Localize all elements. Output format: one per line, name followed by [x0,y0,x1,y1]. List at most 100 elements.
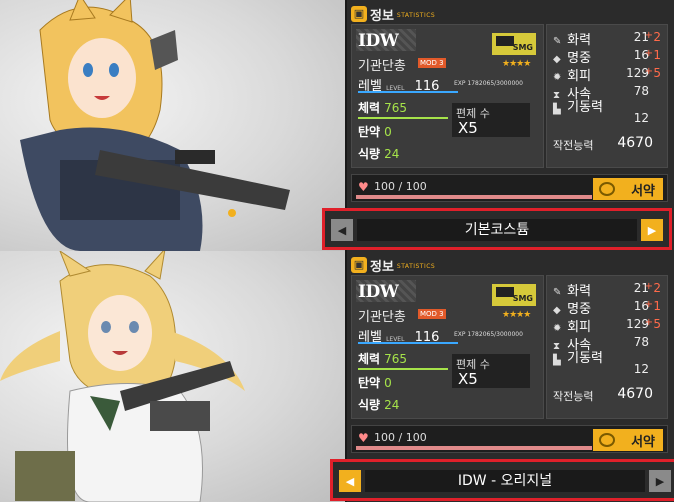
skin-prev-button[interactable]: ◀ [339,470,361,492]
ration-value: 24 [384,398,400,412]
oath-button[interactable]: 서약 [593,429,663,451]
character-illustration [20,0,290,251]
exp-bar [358,342,458,344]
accuracy-icon: ◆ [553,305,561,316]
attr-value: 78 [633,84,649,98]
ring-icon [599,433,615,447]
arrow-right-icon: ▶ [655,474,665,488]
echelon-box: 편제 수 X5 [452,354,530,388]
hp-value: 765 [384,352,407,366]
skin-next-button[interactable]: ▶ [649,470,671,492]
plus-sign: + [644,48,653,59]
attr-label: 기동력 [567,351,604,366]
weapon-type-label: SMG [512,294,533,303]
attr-label: 회피 [567,320,592,335]
ammo-label: 탄약 [358,376,381,390]
attr-bonus: 5 [653,66,661,80]
echelon-value: X5 [458,119,478,137]
arrow-right-icon: ▶ [647,223,657,237]
attr-value: 12 [633,362,649,376]
ration-value: 24 [384,147,400,161]
attributes-box: ✎ 화력 21 + 2 ◆ 명중 16 + 1 ✹ 회피 129 + 5 ⧗ 사… [546,24,668,168]
plus-sign: + [644,66,653,77]
attr-bonus: 2 [653,281,661,295]
evasion-icon: ✹ [553,72,562,83]
cube-icon: ▣ [351,6,367,22]
ammo-row: 탄약 0 [358,123,392,140]
accuracy-icon: ◆ [553,54,561,65]
hp-bar [358,117,448,119]
oath-button[interactable]: 서약 [593,178,663,200]
attr-label: 명중 [567,51,592,66]
ammo-label: 탄약 [358,125,381,139]
smg-icon [496,36,514,46]
hp-bar [358,368,448,370]
echelon-box: 편제 수 X5 [452,103,530,137]
affection-track [356,446,592,450]
weapon-type-badge: SMG [492,284,536,306]
attr-evasion: ✹ 회피 129 + 5 [553,65,663,84]
skin-prev-button[interactable]: ◀ [331,219,353,241]
header-title: 정보 [370,8,394,24]
hp-row: 체력 765 [358,350,407,367]
panel-original-costume: ▣ 정보 STATISTICS IDW 기관단총 MOD 3 SMG ★★★★ … [0,251,674,502]
mod-badge: MOD 3 [418,58,446,68]
cube-icon: ▣ [351,257,367,273]
exp-value: EXP 1782065/3000000 [454,331,523,338]
heart-icon: ♥ [358,180,369,194]
attr-bonus: 1 [653,48,661,62]
header-subtitle: STATISTICS [396,263,436,270]
doll-class: 기관단총 [358,59,406,74]
affection-value: 100 / 100 [374,431,427,444]
stats-header: ▣ 정보 STATISTICS [351,4,435,24]
ration-label: 식량 [358,147,381,161]
skin-next-button[interactable]: ▶ [641,219,663,241]
doll-name: IDW [358,31,399,51]
skin-name: IDW - 오리지널 [365,470,645,492]
ration-row: 식량 24 [358,396,399,413]
doll-info-box: IDW 기관단총 MOD 3 SMG ★★★★ 레벨 LEVEL 116 EXP… [351,24,544,168]
affection-bar: ♥ 100 / 100 서약 [351,425,668,453]
attr-bonus: 5 [653,317,661,331]
doll-class: 기관단총 [358,310,406,325]
hp-label: 체력 [358,352,381,366]
skin-selector: ◀ 기본코스튬 ▶ [322,208,672,250]
doll-name: IDW [358,282,399,302]
character-illustration [0,251,245,502]
rate-of-fire-icon: ⧗ [553,90,561,101]
attr-firepower: ✎ 화력 21 + 2 [553,29,663,48]
hp-label: 체력 [358,101,381,115]
attr-bonus: 1 [653,299,661,313]
weapon-type-badge: SMG [492,33,536,55]
skin-selector: ◀ IDW - 오리지널 ▶ [330,459,674,501]
hp-row: 체력 765 [358,99,407,116]
mobility-icon: ▙ [553,355,561,366]
attr-accuracy: ◆ 명중 16 + 1 [553,298,663,317]
plus-sign: + [644,317,653,328]
attr-rate-of-fire: ⧗ 사속 78 [553,83,663,102]
panel-default-costume: ▣ 정보 STATISTICS IDW 기관단총 MOD 3 SMG ★★★★ … [0,0,674,251]
ring-icon [599,182,615,196]
arrow-left-icon: ◀ [337,223,347,237]
header-subtitle: STATISTICS [396,12,436,19]
combat-effectiveness-label: 작전능력 [553,390,594,403]
affection-bar: ♥ 100 / 100 서약 [351,174,668,202]
ration-label: 식량 [358,398,381,412]
ammo-value: 0 [384,376,392,390]
arrow-left-icon: ◀ [345,474,355,488]
combat-effectiveness-value: 4670 [617,135,653,151]
header-title: 정보 [370,259,394,275]
plus-sign: + [644,281,653,292]
affection-track [356,195,592,199]
attr-mobility: ▙ 기동력 12 [553,101,663,131]
weapon-type-label: SMG [512,43,533,52]
attr-label: 화력 [567,284,592,299]
attr-bonus: 2 [653,30,661,44]
exp-value: EXP 1782065/3000000 [454,80,523,87]
stats-header: ▣ 정보 STATISTICS [351,255,435,275]
attr-rate-of-fire: ⧗ 사속 78 [553,334,663,353]
rarity-stars: ★★★★ [502,310,531,320]
skin-name: 기본코스튬 [357,219,637,241]
character-art [0,0,345,251]
ammo-row: 탄약 0 [358,374,392,391]
